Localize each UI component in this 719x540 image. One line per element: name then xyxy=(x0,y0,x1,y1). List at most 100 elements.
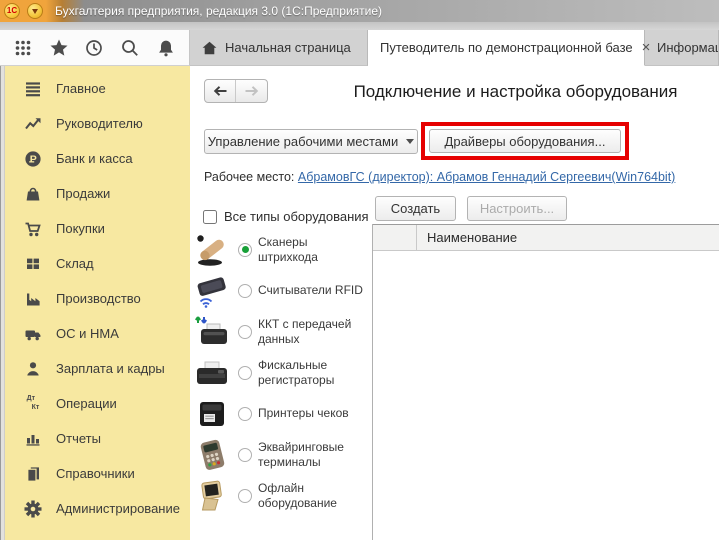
sidebar-item-administration[interactable]: Администрирование xyxy=(5,491,190,526)
equipment-type-barcode-scanners[interactable]: Сканеры штрихкода xyxy=(192,229,372,270)
gear-icon xyxy=(24,500,42,518)
radio-button[interactable] xyxy=(238,284,252,298)
sidebar-item-reports[interactable]: Отчеты xyxy=(5,421,190,456)
sidebar-item-manager[interactable]: Руководителю xyxy=(5,106,190,141)
truck-icon xyxy=(24,325,42,343)
sidebar-item-production[interactable]: Производство xyxy=(5,281,190,316)
table-header: Наименование xyxy=(373,224,719,251)
chevron-down-icon xyxy=(32,9,38,14)
tab-label: Начальная страница xyxy=(225,40,351,55)
equipment-form: Подключение и настройка оборудования Упр… xyxy=(190,66,719,540)
page-title: Подключение и настройка оборудования xyxy=(318,82,713,102)
sidebar-item-label: Зарплата и кадры xyxy=(56,361,165,376)
radio-button[interactable] xyxy=(238,325,252,339)
equipment-table: Наименование xyxy=(372,224,719,540)
radio-button[interactable] xyxy=(238,489,252,503)
sidebar-item-label: Продажи xyxy=(56,186,110,201)
sidebar-item-label: Администрирование xyxy=(56,501,180,516)
ruble-circle-icon: Р xyxy=(24,150,42,168)
factory-icon xyxy=(24,290,42,308)
workplace-link[interactable]: АбрамовГС (директор): Абрамов Геннадий С… xyxy=(298,170,675,184)
workplace-row: Рабочее место: АбрамовГС (директор): Абр… xyxy=(204,170,675,184)
home-icon xyxy=(202,41,217,55)
rfid-reader-icon xyxy=(192,274,232,308)
all-types-checkbox[interactable] xyxy=(203,210,217,224)
window-title: Бухгалтерия предприятия, редакция 3.0 (1… xyxy=(55,4,382,18)
receipt-printer-icon xyxy=(192,397,232,431)
offline-equipment-icon xyxy=(192,479,232,513)
shopping-cart-icon xyxy=(24,220,42,238)
workplaces-menu-button[interactable]: Управление рабочими местами xyxy=(204,129,418,154)
person-icon xyxy=(24,360,42,378)
sidebar-item-label: Производство xyxy=(56,291,141,306)
tab-information[interactable]: Информац xyxy=(645,30,719,66)
content-area: Главное Руководителю Р Банк и xyxy=(0,66,719,540)
all-types-label: Все типы оборудования xyxy=(224,209,369,224)
sidebar-item-operations[interactable]: ДтКт Операции xyxy=(5,386,190,421)
history-clock-icon[interactable] xyxy=(81,35,107,61)
table-header-selector-column[interactable] xyxy=(373,225,417,250)
sidebar-item-label: Банк и касса xyxy=(56,151,133,166)
boxes-icon xyxy=(24,255,42,273)
tab-home-page[interactable]: Начальная страница xyxy=(190,30,368,66)
trend-up-icon xyxy=(24,115,42,133)
system-menu-button[interactable] xyxy=(27,3,43,19)
equipment-type-acquiring-terminals[interactable]: Эквайринговые терминалы xyxy=(192,434,372,475)
books-icon xyxy=(24,465,42,483)
search-icon[interactable] xyxy=(117,35,143,61)
sections-sidebar: Главное Руководителю Р Банк и xyxy=(5,66,190,540)
sidebar-item-label: ОС и НМА xyxy=(56,326,119,341)
bar-chart-icon xyxy=(24,430,42,448)
radio-button[interactable] xyxy=(238,366,252,380)
apps-grid-icon[interactable] xyxy=(10,35,36,61)
sidebar-item-bank-cash[interactable]: Р Банк и касса xyxy=(5,141,190,176)
notifications-bell-icon[interactable] xyxy=(153,35,179,61)
window-frame-strip xyxy=(0,22,719,30)
svg-text:Р: Р xyxy=(30,153,37,165)
configure-button[interactable]: Настроить... xyxy=(467,196,567,221)
equipment-type-receipt-printers[interactable]: Принтеры чеков xyxy=(192,393,372,434)
back-button[interactable] xyxy=(205,80,236,102)
all-types-filter: Все типы оборудования xyxy=(203,209,369,224)
equipment-type-offline-equipment[interactable]: Офлайн оборудование xyxy=(192,475,372,516)
sidebar-item-salary-hr[interactable]: Зарплата и кадры xyxy=(5,351,190,386)
barcode-scanner-icon xyxy=(192,233,232,267)
equipment-drivers-button[interactable]: Драйверы оборудования... xyxy=(429,129,621,153)
equipment-type-kkt[interactable]: ККТ с передачей данных xyxy=(192,311,372,352)
equipment-type-fiscal-registrators[interactable]: Фискальные регистраторы xyxy=(192,352,372,393)
sidebar-item-label: Справочники xyxy=(56,466,135,481)
radio-button[interactable] xyxy=(238,243,252,257)
equipment-type-rfid-readers[interactable]: Считыватели RFID xyxy=(192,270,372,311)
acquiring-terminal-icon xyxy=(192,438,232,472)
app-window: 1С Бухгалтерия предприятия, редакция 3.0… xyxy=(0,0,719,540)
main-toolbar xyxy=(0,30,190,66)
annotation-highlight-box: Драйверы оборудования... xyxy=(421,122,629,160)
kkt-printer-icon xyxy=(192,315,232,349)
sidebar-item-label: Отчеты xyxy=(56,431,101,446)
1c-logo-icon: 1С xyxy=(4,3,20,19)
table-header-name-column[interactable]: Наименование xyxy=(417,225,719,250)
shopping-bag-icon xyxy=(24,185,42,203)
create-button[interactable]: Создать xyxy=(375,196,456,221)
top-panel: Начальная страница Путеводитель по демон… xyxy=(0,30,719,66)
tab-demo-guide[interactable]: Путеводитель по демонстрационной базе × xyxy=(368,30,645,66)
radio-button[interactable] xyxy=(238,407,252,421)
sidebar-item-label: Операции xyxy=(56,396,117,411)
workplace-label: Рабочее место: xyxy=(204,170,294,184)
sidebar-item-fixed-assets[interactable]: ОС и НМА xyxy=(5,316,190,351)
history-nav-buttons xyxy=(204,79,268,103)
sidebar-item-sales[interactable]: Продажи xyxy=(5,176,190,211)
sidebar-item-warehouse[interactable]: Склад xyxy=(5,246,190,281)
favorites-star-icon[interactable] xyxy=(46,35,72,61)
sidebar-item-label: Руководителю xyxy=(56,116,143,131)
tab-label: Путеводитель по демонстрационной базе xyxy=(380,40,633,55)
radio-button[interactable] xyxy=(238,448,252,462)
sidebar-item-label: Покупки xyxy=(56,221,105,236)
sidebar-item-directories[interactable]: Справочники xyxy=(5,456,190,491)
sidebar-item-purchases[interactable]: Покупки xyxy=(5,211,190,246)
forward-button[interactable] xyxy=(236,80,267,102)
sidebar-item-label: Главное xyxy=(56,81,106,96)
sidebar-item-main[interactable]: Главное xyxy=(5,71,190,106)
sidebar-item-label: Склад xyxy=(56,256,94,271)
equipment-type-list: Сканеры штрихкода xyxy=(192,229,372,516)
